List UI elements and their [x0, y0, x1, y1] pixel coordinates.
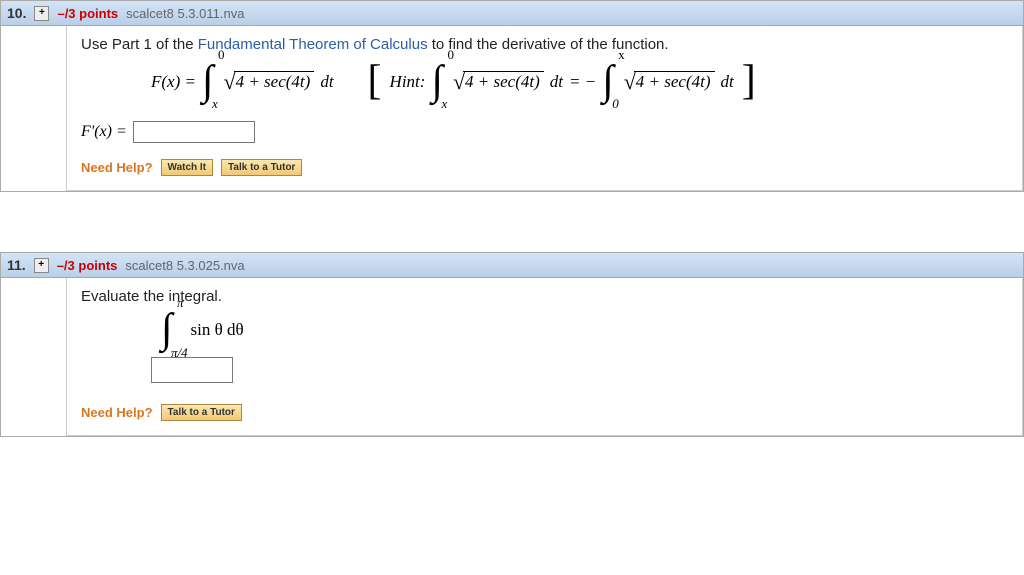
watch-it-button[interactable]: Watch It — [161, 159, 214, 176]
question-number: 11. — [7, 257, 26, 273]
need-help-label: Need Help? — [81, 405, 153, 420]
left-bracket-icon: [ — [368, 67, 382, 96]
question-11-block: 11. + –/3 points scalcet8 5.3.025.nva Ev… — [0, 252, 1024, 436]
integral: ∫ π π/4 — [161, 315, 173, 344]
integral-1: ∫ 0 x — [202, 67, 214, 96]
assignment-id: scalcet8 5.3.025.nva — [125, 258, 244, 273]
need-help-label: Need Help? — [81, 160, 153, 175]
prompt-text: Evaluate the integral. — [81, 288, 1008, 305]
formula-row: F(x) = ∫ 0 x 4 + sec(4t) dt [ Hint: ∫ 0 … — [81, 67, 1008, 96]
question-11-content: Evaluate the integral. ∫ π π/4 sin θ dθ … — [66, 278, 1023, 435]
points-label: –/3 points — [57, 258, 118, 273]
talk-to-tutor-button[interactable]: Talk to a Tutor — [221, 159, 302, 176]
assignment-id: scalcet8 5.3.011.nva — [126, 6, 244, 21]
question-number: 10. — [7, 5, 26, 21]
points-label: –/3 points — [57, 6, 118, 21]
integral-3: ∫ x 0 — [602, 67, 614, 96]
right-bracket-icon: ] — [742, 67, 756, 96]
sqrt-1: 4 + sec(4t) — [224, 69, 315, 95]
ftc-link[interactable]: Fundamental Theorem of Calculus — [198, 36, 428, 53]
question-10-header: 10. + –/3 points scalcet8 5.3.011.nva — [1, 1, 1023, 26]
answer-input[interactable] — [133, 121, 255, 143]
need-help-row: Need Help? Talk to a Tutor — [81, 404, 1008, 421]
expand-icon[interactable]: + — [34, 6, 49, 21]
integral-2: ∫ 0 x — [431, 67, 443, 96]
sqrt-3: 4 + sec(4t) — [624, 69, 715, 95]
talk-to-tutor-button[interactable]: Talk to a Tutor — [161, 404, 242, 421]
need-help-row: Need Help? Watch It Talk to a Tutor — [81, 159, 1008, 176]
answer-input[interactable] — [151, 357, 233, 383]
expand-icon[interactable]: + — [34, 258, 49, 273]
question-10-content: Use Part 1 of the Fundamental Theorem of… — [66, 26, 1023, 191]
sqrt-2: 4 + sec(4t) — [453, 69, 544, 95]
integral-row: ∫ π π/4 sin θ dθ — [81, 315, 1008, 344]
question-10-block: 10. + –/3 points scalcet8 5.3.011.nva Us… — [0, 0, 1024, 192]
answer-row: F'(x) = — [81, 121, 1008, 143]
question-11-header: 11. + –/3 points scalcet8 5.3.025.nva — [1, 253, 1023, 278]
